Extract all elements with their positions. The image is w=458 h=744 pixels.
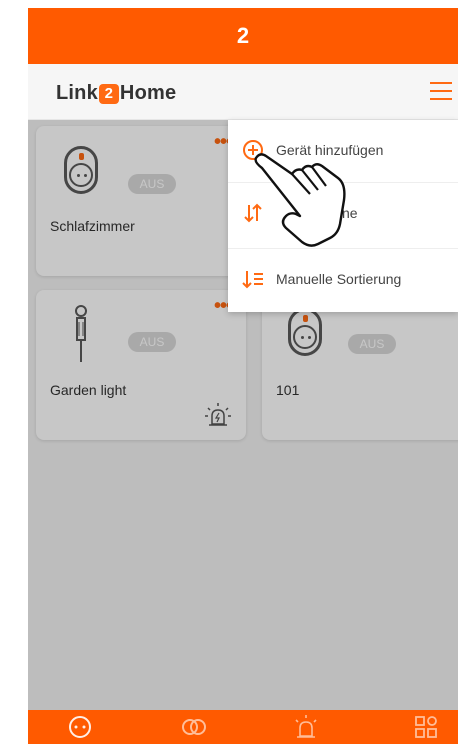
sort-list-icon <box>240 266 266 292</box>
logo-text-left: Link <box>56 82 98 104</box>
alarm-tab-icon[interactable] <box>292 714 320 740</box>
menu-item-manual-sort[interactable]: Manuelle Sortierung <box>228 248 458 308</box>
menu-line-icon <box>430 90 452 92</box>
app-logo: Link 2 Home <box>56 82 176 105</box>
logo-digit: 2 <box>98 83 119 104</box>
scenes-tab-icon[interactable] <box>180 714 208 740</box>
logo-text-right: Home <box>119 82 177 104</box>
bottom-tab-bar <box>28 710 458 744</box>
menu-line-icon <box>430 98 452 100</box>
app-header: Link 2 Home <box>28 64 458 120</box>
more-tab-icon[interactable] <box>412 714 440 740</box>
menu-item-label: Manuelle Sortierung <box>276 270 402 287</box>
step-number: 2 <box>236 23 250 48</box>
step-number-banner: 2 <box>28 8 458 64</box>
pointing-hand-icon <box>254 153 346 247</box>
app-screen: 2 Link 2 Home ••• AUS Schlafzimmer ••• A… <box>28 8 458 744</box>
devices-tab-icon[interactable] <box>66 714 94 740</box>
menu-line-icon <box>430 82 452 84</box>
hamburger-menu-button[interactable] <box>430 82 452 100</box>
